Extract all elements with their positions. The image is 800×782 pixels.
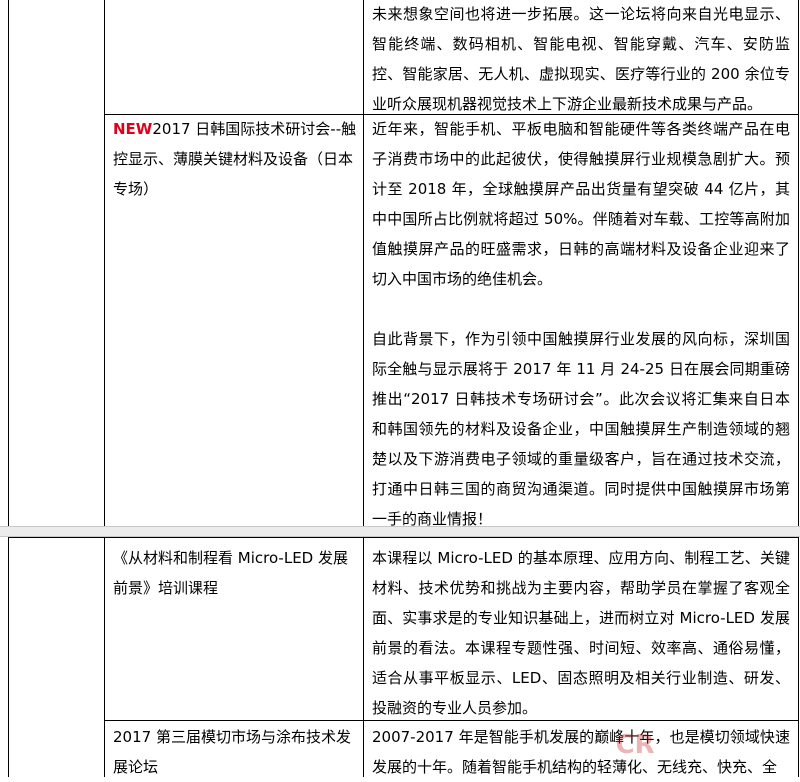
row-japan-korea-paragraph-2: 自此背景下，作为引领中国触摸屏行业发展的风向标，深圳国际全触与显示展将于 201… bbox=[372, 330, 790, 528]
table-border-top bbox=[8, 537, 799, 538]
row-micro-led-title-cell: 《从材料和制程看 Micro-LED 发展前景》培训课程 bbox=[113, 543, 358, 603]
page-break bbox=[0, 526, 800, 537]
row-micro-led-description: 本课程以 Micro-LED 的基本原理、应用方向、制程工艺、关键材料、技术优势… bbox=[372, 543, 790, 723]
row-die-cut-title: 2017 第三届模切市场与涂布技术发展论坛 bbox=[113, 728, 351, 776]
row-top-description: 未来想象空间也将进一步拓展。这一论坛将向来自光电显示、智能终端、数码相机、智能电… bbox=[372, 0, 790, 119]
table-border-col1 bbox=[104, 0, 105, 526]
document-page-bottom: 《从材料和制程看 Micro-LED 发展前景》培训课程 本课程以 Micro-… bbox=[0, 537, 800, 777]
row-micro-led-title: 《从材料和制程看 Micro-LED 发展前景》培训课程 bbox=[113, 549, 348, 597]
table-border-right bbox=[798, 537, 799, 777]
row-die-cut-title-cell: 2017 第三届模切市场与涂布技术发展论坛 bbox=[113, 722, 358, 782]
row-die-cut-text: 2007-2017 年是智能手机发展的巅峰十年，也是模切领域快速发展的十年。随着… bbox=[372, 728, 790, 776]
table-border-left bbox=[8, 537, 9, 777]
row-top-text: 未来想象空间也将进一步拓展。这一论坛将向来自光电显示、智能终端、数码相机、智能电… bbox=[372, 5, 790, 113]
document-page-top: 未来想象空间也将进一步拓展。这一论坛将向来自光电显示、智能终端、数码相机、智能电… bbox=[0, 0, 800, 528]
table-border-col2 bbox=[363, 0, 364, 526]
row-die-cut-description: 2007-2017 年是智能手机发展的巅峰十年，也是模切领域快速发展的十年。随着… bbox=[372, 722, 790, 782]
new-badge: NEW bbox=[113, 120, 153, 138]
watermark-logo-icon: CR bbox=[615, 730, 655, 760]
row-japan-korea-title-cell: NEW2017 日韩国际技术研讨会--触控显示、薄膜关键材料及设备（日本专场） bbox=[113, 114, 358, 204]
table-border-right bbox=[798, 0, 799, 526]
table-border-col1 bbox=[104, 537, 105, 777]
table-border-col2 bbox=[363, 537, 364, 777]
row-micro-led-text: 本课程以 Micro-LED 的基本原理、应用方向、制程工艺、关键材料、技术优势… bbox=[372, 549, 790, 717]
row-japan-korea-description: 近年来，智能手机、平板电脑和智能硬件等各类终端产品在电子消费市场中的此起彼伏，使… bbox=[372, 114, 790, 534]
row-japan-korea-paragraph-1: 近年来，智能手机、平板电脑和智能硬件等各类终端产品在电子消费市场中的此起彼伏，使… bbox=[372, 120, 790, 288]
table-border-left bbox=[8, 0, 9, 526]
